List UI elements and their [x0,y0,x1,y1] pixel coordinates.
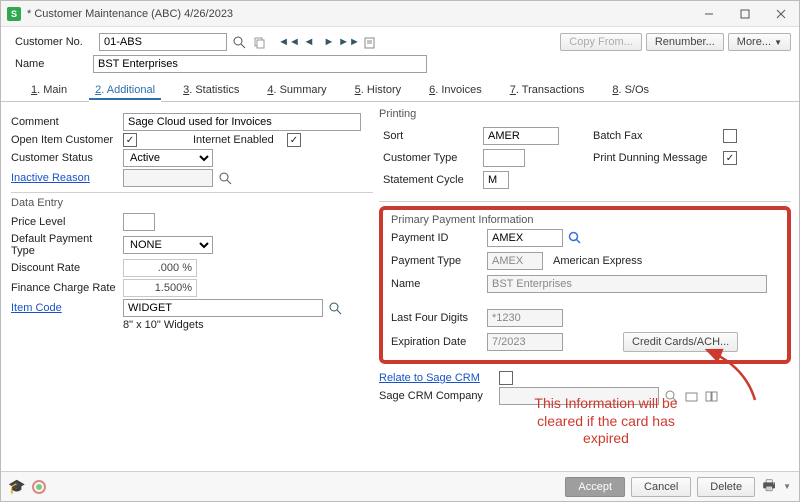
search-icon[interactable] [231,34,247,50]
item-code-search-icon[interactable] [327,300,343,316]
primary-payment-title: Primary Payment Information [391,214,781,226]
print-icon[interactable]: 🖶 [761,479,777,495]
customer-status-select[interactable]: Active [123,149,213,167]
statement-cycle-label: Statement Cycle [383,174,483,186]
copy-icon[interactable] [251,34,267,50]
prev-record-icon[interactable]: ◄ [301,34,317,50]
internet-enabled-label: Internet Enabled [193,134,283,146]
customer-status-label: Customer Status [11,152,119,164]
next-record-icon[interactable]: ► [321,34,337,50]
maximize-button[interactable] [727,1,763,27]
open-item-label: Open Item Customer [11,134,119,146]
default-payment-select[interactable]: NONE [123,236,213,254]
bottom-toolbar: 🎓 Accept Cancel Delete 🖶 ▼ [1,471,799,501]
relate-sage-crm-link[interactable]: Relate to Sage CRM [379,372,495,384]
customer-no-input[interactable] [99,33,227,51]
internet-enabled-checkbox[interactable]: ✓ [287,133,301,147]
payment-type-description: American Express [553,255,642,267]
tab-invoices[interactable]: 6. Invoices [427,81,484,101]
customer-type-input[interactable] [483,149,525,167]
favorites-icon[interactable] [31,479,47,495]
primary-name-input [487,275,767,293]
inactive-reason-link[interactable]: Inactive Reason [11,172,119,184]
data-entry-title: Data Entry [11,197,373,209]
open-item-checkbox[interactable]: ✓ [123,133,137,147]
item-code-input[interactable] [123,299,323,317]
default-payment-label: Default Payment Type [11,233,119,257]
accept-button[interactable]: Accept [565,477,625,497]
batch-fax-label: Batch Fax [593,130,723,142]
sort-input[interactable] [483,127,559,145]
item-code-description: 8" x 10" Widgets [123,319,204,331]
sort-label: Sort [383,130,483,142]
cancel-button[interactable]: Cancel [631,477,691,497]
inactive-reason-input [123,169,213,187]
annotation-text: This Information will be cleared if the … [491,395,721,448]
minimize-button[interactable] [691,1,727,27]
expiration-input [487,333,563,351]
finance-charge-input[interactable] [123,279,197,297]
last-four-input [487,309,563,327]
payment-id-label: Payment ID [391,232,487,244]
help-icon[interactable]: 🎓 [9,479,25,495]
last-four-label: Last Four Digits [391,312,487,324]
payment-type-label: Payment Type [391,255,487,267]
printing-title: Printing [379,108,791,120]
primary-name-label: Name [391,278,487,290]
payment-id-search-icon[interactable] [567,230,583,246]
batch-fax-checkbox[interactable] [723,129,737,143]
tab-history[interactable]: 5. History [353,81,403,101]
tabstrip: 1. Main 2. Additional 3. Statistics 4. S… [1,77,799,102]
inactive-reason-search-icon[interactable] [217,170,233,186]
dunning-label: Print Dunning Message [593,152,723,164]
tab-transactions[interactable]: 7. Transactions [508,81,587,101]
name-input[interactable] [93,55,427,73]
statement-cycle-input[interactable] [483,171,509,189]
last-record-icon[interactable]: ►► [341,34,357,50]
expiration-label: Expiration Date [391,336,487,348]
payment-id-input[interactable] [487,229,563,247]
comment-input[interactable] [123,113,361,131]
copy-from-button[interactable]: Copy From... [560,33,642,51]
delete-button[interactable]: Delete [697,477,755,497]
titlebar: S * Customer Maintenance (ABC) 4/26/2023 [1,1,799,27]
comment-label: Comment [11,116,119,128]
customer-type-label: Customer Type [383,152,483,164]
price-level-label: Price Level [11,216,119,228]
tab-additional[interactable]: 2. Additional [93,81,157,101]
name-label: Name [15,58,85,70]
relate-sage-crm-checkbox[interactable] [499,371,513,385]
primary-payment-panel: Primary Payment Information Payment ID P… [379,206,791,364]
price-level-input[interactable] [123,213,155,231]
customer-no-label: Customer No. [15,36,95,48]
notes-icon[interactable] [361,34,377,50]
tab-main[interactable]: 1. Main [29,81,69,101]
credit-cards-ach-button[interactable]: Credit Cards/ACH... [623,332,738,352]
discount-rate-label: Discount Rate [11,262,119,274]
tab-summary[interactable]: 4. Summary [265,81,328,101]
dunning-checkbox[interactable]: ✓ [723,151,737,165]
tab-statistics[interactable]: 3. Statistics [181,81,241,101]
discount-rate-input[interactable] [123,259,197,277]
window-title: * Customer Maintenance (ABC) 4/26/2023 [27,8,233,20]
more-button[interactable]: More... ▼ [728,33,791,51]
app-icon: S [7,7,21,21]
sage-crm-company-label: Sage CRM Company [379,390,495,402]
close-button[interactable] [763,1,799,27]
tab-sos[interactable]: 8. S/Os [610,81,651,101]
finance-charge-label: Finance Charge Rate [11,282,119,294]
renumber-button[interactable]: Renumber... [646,33,724,51]
item-code-link[interactable]: Item Code [11,302,119,314]
payment-type-input [487,252,543,270]
first-record-icon[interactable]: ◄◄ [281,34,297,50]
